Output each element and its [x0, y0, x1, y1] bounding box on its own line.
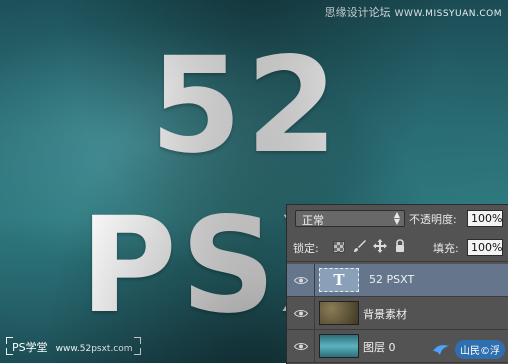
eye-icon [294, 342, 308, 351]
opacity-label: 不透明度: [409, 213, 457, 226]
eye-icon [294, 309, 308, 318]
watermark-url: WWW.MISSYUAN.COM [394, 9, 502, 19]
layer-visibility-toggle[interactable] [287, 297, 315, 330]
lock-label: 锁定: [293, 242, 319, 255]
layer-row-52-psxt[interactable]: T 52 PSXT [287, 264, 508, 297]
bird-logo-icon [432, 341, 450, 359]
layer-thumbnail[interactable] [319, 301, 359, 325]
layer-visibility-toggle[interactable] [287, 330, 315, 363]
up-down-arrows-icon: ▲ ▼ [393, 210, 400, 226]
watermark-site-name: 思缘设计论坛 [324, 6, 391, 19]
layer-visibility-toggle[interactable] [287, 264, 315, 297]
layer-name[interactable]: 背景素材 [363, 306, 407, 322]
text-layer-thumbnail[interactable]: T [319, 268, 359, 292]
fill-label: 填充: [433, 242, 459, 255]
watermark-top: 思缘设计论坛 WWW.MISSYUAN.COM [325, 4, 502, 20]
footer-badge: 山民©浮 [455, 340, 505, 359]
layer-thumbnail[interactable] [319, 334, 359, 358]
padlock-icon[interactable] [393, 239, 407, 253]
blend-mode-select[interactable]: 正常 ▲ ▼ [295, 210, 405, 227]
fill-input[interactable]: 100% [467, 239, 503, 256]
layers-panel: 正常 ▲▼ 不透明度: 100% 锁定: 填充: 100% T 52 PSXT [286, 204, 508, 364]
blend-opacity-row: 正常 ▲ ▼ 不透明度: 100% [287, 205, 508, 231]
brand-site: www.52psxt.com [55, 344, 133, 354]
opacity-input[interactable]: 100% [467, 210, 503, 227]
transparency-lock-icon[interactable] [333, 241, 345, 253]
move-lock-icon[interactable] [373, 239, 387, 253]
eye-icon [294, 276, 308, 285]
bottom-brand: PS学堂 www.52psxt.com [6, 337, 141, 355]
footer-logo: 山民©浮 [432, 340, 505, 362]
brand-name: PS学堂 [12, 341, 48, 354]
blend-mode-value: 正常 [302, 214, 324, 227]
layer-name[interactable]: 52 PSXT [369, 273, 414, 286]
lock-fill-row: 锁定: 填充: 100% [287, 235, 508, 259]
panel-divider [287, 261, 508, 262]
layer-row-background-material[interactable]: 背景素材 [287, 297, 508, 330]
big-text-52: 52 [150, 29, 342, 183]
layer-name[interactable]: 图层 0 [363, 339, 396, 355]
brush-lock-icon[interactable] [353, 239, 367, 253]
